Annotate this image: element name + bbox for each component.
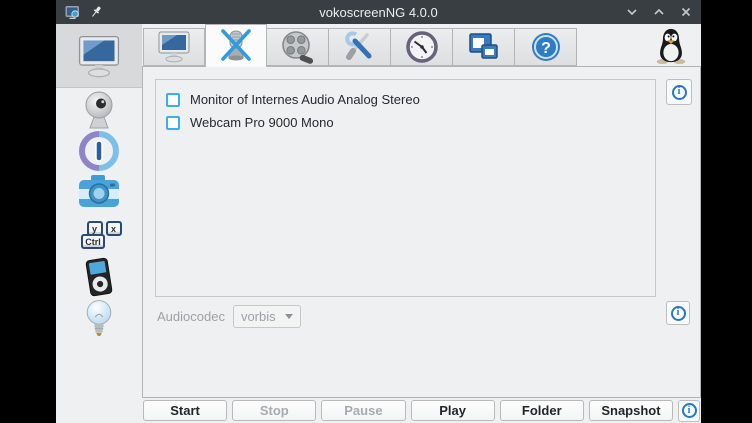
videocodec-reel-tab-icon [280, 29, 316, 65]
app-window: vokoscreenNG 4.0.0 [56, 0, 701, 423]
sidebar-item-hotkeys[interactable]: y x Ctrl [56, 214, 142, 256]
checkbox-audio-device-2[interactable] [166, 116, 180, 130]
start-button[interactable]: Start [143, 400, 227, 421]
tools-tab-icon [342, 29, 378, 65]
pin-icon[interactable] [89, 5, 103, 19]
tab-videocodec[interactable] [267, 28, 329, 66]
tab-miscellaneous[interactable] [329, 28, 391, 66]
audiocodec-label: Audiocodec [157, 309, 225, 324]
audio-device-label: Webcam Pro 9000 Mono [190, 115, 334, 130]
tab-bar: ? [142, 24, 701, 66]
sidebar-item-camera[interactable] [56, 172, 142, 214]
sidebar-item-webcam[interactable] [56, 88, 142, 130]
audiocodec-row: Audiocodec vorbis [157, 305, 301, 328]
audio-device-row[interactable]: Webcam Pro 9000 Mono [166, 111, 645, 134]
hotkeys-icon: y x Ctrl [77, 221, 122, 249]
media-player-icon [80, 254, 118, 300]
audio-device-label: Monitor of Internes Audio Analog Stereo [190, 92, 420, 107]
tab-screen[interactable] [143, 28, 205, 66]
key-x: x [106, 221, 122, 236]
audio-microphone-tab-icon [217, 27, 255, 65]
vokoscreen-app-icon [65, 5, 80, 20]
maximize-icon[interactable] [653, 6, 665, 18]
minimize-icon[interactable] [626, 6, 638, 18]
device-list-info-button[interactable]: i [666, 79, 692, 105]
windows-tab-icon [467, 30, 501, 64]
checkbox-audio-device-1[interactable] [166, 93, 180, 107]
svg-text:?: ? [541, 40, 551, 57]
controls-bar: Start Stop Pause Play Folder Snapshot i [142, 398, 701, 423]
play-button[interactable]: Play [411, 400, 495, 421]
screen-tab-icon [156, 30, 192, 64]
help-tab-icon: ? [529, 30, 563, 64]
window-title: vokoscreenNG 4.0.0 [56, 5, 701, 20]
audio-device-list: Monitor of Internes Audio Analog Stereo … [155, 79, 656, 297]
power-ring-icon [77, 129, 121, 173]
audio-tab-pane: Monitor of Internes Audio Analog Stereo … [142, 66, 701, 398]
audiocodec-info-button[interactable]: i [666, 301, 690, 325]
audiocodec-value: vorbis [241, 309, 276, 324]
sidebar-item-help-tips[interactable] [56, 298, 142, 340]
sidebar-item-player[interactable] [56, 256, 142, 298]
lightbulb-icon [82, 298, 116, 340]
audiocodec-select[interactable]: vorbis [233, 305, 301, 328]
folder-button[interactable]: Folder [500, 400, 584, 421]
stop-button: Stop [232, 400, 316, 421]
close-icon[interactable] [680, 6, 692, 18]
sidebar: y x Ctrl [56, 24, 142, 423]
key-ctrl: Ctrl [81, 234, 105, 249]
webcam-icon [77, 88, 121, 130]
titlebar: vokoscreenNG 4.0.0 [56, 0, 701, 24]
tab-audio[interactable] [205, 24, 267, 67]
tux-penguin-icon [649, 26, 693, 64]
tab-help[interactable]: ? [515, 28, 577, 66]
info-icon: i [682, 403, 697, 418]
snapshot-button[interactable]: Snapshot [589, 400, 673, 421]
pause-button: Pause [321, 400, 405, 421]
info-icon: i [671, 306, 686, 321]
tab-showclick[interactable] [453, 28, 515, 66]
sidebar-item-screen[interactable] [56, 24, 142, 88]
chevron-down-icon [285, 314, 293, 319]
camera-icon [76, 173, 122, 213]
info-icon: i [672, 85, 687, 100]
audio-device-row[interactable]: Monitor of Internes Audio Analog Stereo [166, 88, 645, 111]
controls-info-button[interactable]: i [678, 400, 700, 422]
screen-icon [75, 34, 123, 78]
tab-timer[interactable] [391, 28, 453, 66]
sidebar-item-systray[interactable] [56, 130, 142, 172]
timer-clock-tab-icon [404, 29, 440, 65]
main-area: ? [142, 24, 701, 423]
